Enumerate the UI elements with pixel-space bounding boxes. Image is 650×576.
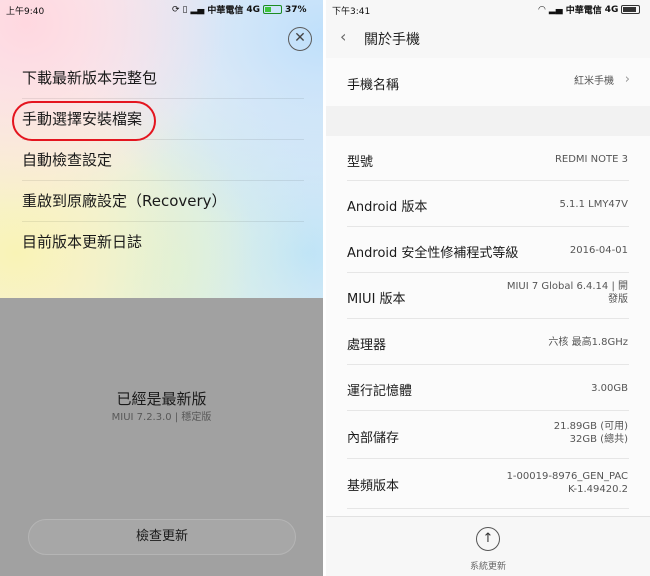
carrier-name: 中華電信: [207, 6, 244, 16]
row-label: MIUI 版本: [347, 292, 406, 307]
battery-percent: 37%: [285, 4, 307, 15]
bottom-bar: ↑ 系統更新: [326, 516, 650, 576]
network-type: 4G: [604, 4, 619, 15]
status-icons: ⟳ ▯ ▂▄ 中華電信 4G 37%: [172, 3, 307, 17]
row-value-line2: 發版: [608, 294, 628, 305]
row-value-line2: 32GB (總共): [569, 434, 628, 445]
app-header: ‹ 關於手機: [326, 18, 650, 58]
row-value-line1: 21.89GB (可用): [553, 421, 628, 432]
battery-icon: [621, 5, 641, 14]
row-security-patch: Android 安全性修補程式等級 2016-04-01: [326, 227, 650, 273]
row-label: 內部儲存: [347, 431, 400, 446]
close-icon: ✕: [294, 30, 306, 46]
vibrate-icon: ▯: [182, 4, 188, 15]
row-ram: 運行記憶體 3.00GB: [326, 365, 650, 411]
red-highlight-circle: [12, 101, 156, 141]
row-baseband: 基頻版本 1-00019-8976_GEN_PAC K-1.49420.2: [326, 459, 650, 509]
row-value-line1: MIUI 7 Global 6.4.14 | 開: [506, 281, 628, 292]
battery-icon: [263, 5, 283, 14]
system-update-label: 系統更新: [469, 562, 506, 572]
row-value: 5.1.1 LMY47V: [559, 199, 629, 210]
about-list: 手機名稱 紅米手機 › 型號 REDMI NOTE 3 Android 版本 5…: [326, 58, 650, 516]
check-update-button[interactable]: 檢查更新: [28, 519, 296, 555]
status-bar: 上午9:40 ⟳ ▯ ▂▄ 中華電信 4G 37%: [0, 0, 323, 18]
row-label: Android 安全性修補程式等級: [347, 246, 519, 261]
row-model: 型號 REDMI NOTE 3: [326, 136, 650, 181]
about-phone-screen: 下午3:41 ◠ ▂▄ 中華電信 4G ‹ 關於手機 手機名稱 紅米手機 › 型…: [326, 0, 650, 576]
row-label: 基頻版本: [347, 479, 400, 494]
system-update-button[interactable]: ↑: [476, 527, 500, 551]
row-value-line1: 1-00019-8976_GEN_PAC: [506, 471, 628, 482]
status-icons: ◠ ▂▄ 中華電信 4G: [538, 3, 641, 16]
status-bar: 下午3:41 ◠ ▂▄ 中華電信 4G: [326, 0, 650, 18]
current-version-label: MIUI 7.2.3.0 | 穩定版: [111, 412, 212, 423]
row-value: 2016-04-01: [569, 245, 628, 256]
arrow-up-icon: ↑: [482, 531, 494, 546]
row-value: 六核 最高1.8GHz: [548, 337, 628, 348]
row-device-name[interactable]: 手機名稱 紅米手機 ›: [326, 58, 650, 106]
sync-icon: ⟳: [172, 4, 180, 15]
page-title: 關於手機: [364, 32, 420, 48]
row-value: 3.00GB: [591, 383, 628, 394]
close-button[interactable]: ✕: [288, 27, 312, 51]
status-time: 上午9:40: [6, 7, 45, 17]
row-processor: 處理器 六核 最高1.8GHz: [326, 319, 650, 365]
menu-download-full-package[interactable]: 下載最新版本完整包: [22, 58, 304, 99]
menu-changelog[interactable]: 目前版本更新日誌: [22, 222, 304, 262]
row-label: 處理器: [347, 338, 387, 353]
menu-reboot-to-recovery[interactable]: 重啟到原廠設定（Recovery）: [22, 181, 304, 222]
updater-screen: 上午9:40 ⟳ ▯ ▂▄ 中華電信 4G 37% ✕ 下載最新版本完整包 手動…: [0, 0, 323, 576]
menu-auto-check-settings[interactable]: 自動檢查設定: [22, 140, 304, 181]
chevron-right-icon: ›: [624, 72, 630, 87]
signal-icon: ▂▄: [190, 4, 205, 15]
row-label: 運行記憶體: [347, 384, 413, 399]
chevron-left-icon: ‹: [340, 27, 347, 46]
row-label: 手機名稱: [347, 78, 400, 93]
row-storage: 內部儲存 21.89GB (可用) 32GB (總共): [326, 411, 650, 459]
wifi-icon: ◠: [538, 4, 546, 15]
row-android-version[interactable]: Android 版本 5.1.1 LMY47V: [326, 181, 650, 227]
back-button[interactable]: ‹: [340, 27, 346, 46]
update-status-title: 已經是最新版: [116, 390, 207, 408]
row-miui-version[interactable]: MIUI 版本 MIUI 7 Global 6.4.14 | 開 發版: [326, 273, 650, 319]
network-type: 4G: [246, 4, 261, 15]
signal-icon: ▂▄: [548, 4, 563, 15]
row-value-line2: K-1.49420.2: [567, 484, 628, 495]
section-gap: [326, 106, 650, 136]
row-value: REDMI NOTE 3: [554, 154, 628, 165]
status-time: 下午3:41: [332, 7, 371, 17]
row-divider: [347, 508, 629, 509]
row-label: Android 版本: [347, 200, 428, 215]
carrier-name: 中華電信: [565, 6, 602, 16]
row-value: 紅米手機: [574, 76, 614, 87]
row-label: 型號: [347, 155, 374, 170]
